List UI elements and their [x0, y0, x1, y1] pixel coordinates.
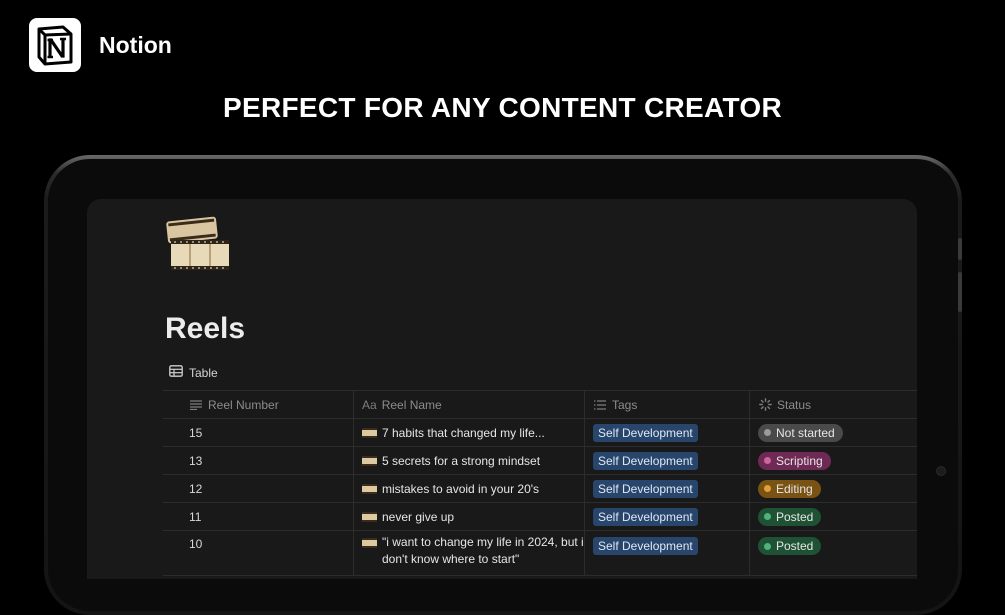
brand-name: Notion [99, 31, 172, 58]
reel-number-cell[interactable]: 13 [163, 447, 354, 474]
notion-page: Reels Table Reel Number Aa Reel Name Tag… [87, 199, 917, 579]
tag-badge: Self Development [593, 537, 698, 555]
status-dot [764, 513, 771, 520]
volume-button [958, 238, 962, 260]
film-reel-icon [362, 538, 377, 548]
brand: Notion [29, 18, 172, 72]
camera-dot [936, 466, 946, 476]
tag-badge: Self Development [593, 451, 698, 470]
tags-cell[interactable]: Self Development [585, 503, 750, 530]
film-reel-icon [362, 511, 377, 522]
page-title[interactable]: Reels [165, 312, 245, 346]
reel-name-cell[interactable]: 5 secrets for a strong mindset [354, 447, 585, 474]
tag-badge: Self Development [593, 479, 698, 498]
reel-name-cell[interactable]: mistakes to avoid in your 20's [354, 475, 585, 502]
headline: PERFECT FOR ANY CONTENT CREATOR [223, 92, 782, 123]
power-button [958, 272, 962, 312]
status-badge: Scripting [758, 451, 831, 470]
status-badge: Editing [758, 479, 821, 498]
status-badge: Posted [758, 537, 822, 555]
view-tab-table[interactable]: Table [169, 365, 218, 380]
status-cell[interactable]: Editing [750, 475, 917, 502]
reel-name-cell[interactable]: never give up [354, 503, 585, 530]
tag-badge: Self Development [593, 423, 698, 442]
reel-number-cell[interactable]: 11 [163, 503, 354, 530]
multi-select-icon [593, 398, 607, 412]
status-dot [764, 429, 771, 436]
title-aa-icon: Aa [362, 397, 377, 412]
column-header-tags[interactable]: Tags [585, 391, 750, 418]
table-row[interactable]: 11 never give up Self Development Posted [163, 503, 917, 531]
table-row[interactable]: 12 mistakes to avoid in your 20's Self D… [163, 475, 917, 503]
column-header-status[interactable]: Status [750, 391, 917, 418]
film-reel-icon[interactable] [165, 215, 233, 275]
table-row[interactable]: 10 "i want to change my life in 2024, bu… [163, 531, 917, 576]
text-lines-icon [189, 398, 203, 412]
status-dot [764, 542, 771, 550]
reel-number-cell[interactable]: 10 [163, 531, 354, 575]
status-dot [764, 485, 771, 492]
reel-number-cell[interactable]: 12 [163, 475, 354, 502]
table-header-row: Reel Number Aa Reel Name Tags Status [163, 390, 917, 419]
status-cell[interactable]: Posted [750, 531, 917, 575]
film-reel-icon [362, 427, 377, 438]
film-reel-icon [362, 483, 377, 494]
status-dot [764, 457, 771, 464]
status-badge: Posted [758, 507, 822, 526]
reel-name-cell[interactable]: "i want to change my life in 2024, but i… [354, 531, 585, 575]
reels-table: Reel Number Aa Reel Name Tags Status 15 … [163, 390, 917, 576]
status-spinner-icon [758, 398, 772, 412]
tags-cell[interactable]: Self Development [585, 475, 750, 502]
column-header-reel-name[interactable]: Aa Reel Name [354, 391, 585, 418]
column-header-reel-number[interactable]: Reel Number [163, 391, 354, 418]
status-cell[interactable]: Not started [750, 419, 917, 446]
tags-cell[interactable]: Self Development [585, 447, 750, 474]
table-icon [169, 365, 183, 380]
reel-number-cell[interactable]: 15 [163, 419, 354, 446]
reel-name-cell[interactable]: 7 habits that changed my life... [354, 419, 585, 446]
status-cell[interactable]: Scripting [750, 447, 917, 474]
table-row[interactable]: 15 7 habits that changed my life... Self… [163, 419, 917, 447]
tag-badge: Self Development [593, 507, 698, 526]
tags-cell[interactable]: Self Development [585, 531, 750, 575]
table-row[interactable]: 13 5 secrets for a strong mindset Self D… [163, 447, 917, 475]
tags-cell[interactable]: Self Development [585, 419, 750, 446]
status-badge: Not started [758, 423, 843, 442]
view-tab-label: Table [189, 365, 218, 380]
film-reel-icon [362, 455, 377, 466]
status-cell[interactable]: Posted [750, 503, 917, 530]
notion-logo-icon [29, 18, 81, 72]
